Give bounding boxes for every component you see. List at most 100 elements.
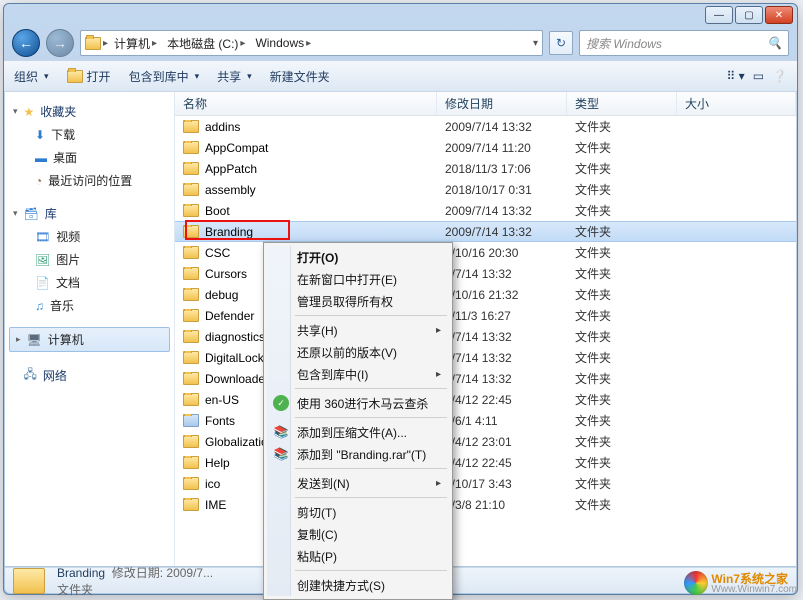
submenu-arrow-icon: ▸ (436, 478, 441, 489)
sidebar-libraries[interactable]: ▾🗃库 (7, 202, 172, 225)
view-options-button[interactable]: ⠿ ▾ (727, 69, 745, 83)
organize-button[interactable]: 组织 (14, 68, 49, 85)
folder-icon (183, 183, 199, 196)
star-icon: ★ (24, 105, 35, 119)
row-date: 8/10/16 20:30 (437, 246, 567, 260)
folder-icon (183, 372, 199, 385)
folder-icon (183, 246, 199, 259)
row-type: 文件夹 (567, 433, 677, 450)
address-bar[interactable]: ▸ 计算机▸ 本地磁盘 (C:)▸ Windows▸ ▾ (80, 30, 543, 56)
menu-item[interactable]: ✓使用 360进行木马云查杀 (267, 392, 449, 414)
titlebar[interactable]: — ▢ ✕ (4, 4, 797, 26)
sidebar-item-pictures[interactable]: 🖼图片 (7, 248, 172, 271)
menu-item[interactable]: 在新窗口中打开(E) (267, 268, 449, 290)
include-in-library-button[interactable]: 包含到库中 (129, 68, 200, 85)
table-row[interactable]: AppPatch2018/11/3 17:06文件夹 (175, 158, 796, 179)
menu-item[interactable]: 复制(C) (267, 523, 449, 545)
table-row[interactable]: AppCompat2009/7/14 11:20文件夹 (175, 137, 796, 158)
preview-pane-button[interactable]: ▭ (753, 69, 764, 83)
menu-item[interactable]: 包含到库中(I)▸ (267, 363, 449, 385)
fonts-folder-icon (183, 414, 199, 427)
refresh-button[interactable]: ↻ (549, 31, 573, 55)
archive-icon: 📚 (273, 446, 289, 462)
row-type: 文件夹 (567, 496, 677, 513)
folder-icon (183, 225, 199, 238)
row-date: 1/4/12 22:45 (437, 456, 567, 470)
table-row[interactable]: assembly2018/10/17 0:31文件夹 (175, 179, 796, 200)
menu-separator (295, 417, 447, 418)
search-input[interactable]: 搜索 Windows 🔍 (579, 30, 789, 56)
menu-item[interactable]: 粘贴(P) (267, 545, 449, 567)
360-icon: ✓ (273, 395, 289, 411)
video-icon: 🎞 (35, 230, 50, 244)
column-date[interactable]: 修改日期 (437, 92, 567, 115)
menu-item[interactable]: 发送到(N)▸ (267, 472, 449, 494)
row-type: 文件夹 (567, 307, 677, 324)
menu-item[interactable]: 共享(H)▸ (267, 319, 449, 341)
folder-icon (183, 498, 199, 511)
column-type[interactable]: 类型 (567, 92, 677, 115)
sidebar-item-documents[interactable]: 📄文档 (7, 271, 172, 294)
crumb-computer[interactable]: 计算机▸ (110, 35, 161, 52)
sidebar-network[interactable]: ▸🖧网络 (7, 362, 172, 389)
explorer-window: — ▢ ✕ ← → ▸ 计算机▸ 本地磁盘 (C:)▸ Windows▸ ▾ ↻… (3, 3, 798, 595)
menu-item[interactable]: 创建快捷方式(S) (267, 574, 449, 596)
crumb-windows[interactable]: Windows▸ (251, 36, 315, 50)
sidebar-computer[interactable]: ▸🖥计算机 (9, 327, 170, 352)
row-type: 文件夹 (567, 412, 677, 429)
menu-item[interactable]: 管理员取得所有权 (267, 290, 449, 312)
row-name: Branding (205, 225, 253, 239)
menu-item-label: 复制(C) (297, 526, 338, 543)
column-name[interactable]: 名称 (175, 92, 437, 115)
chevron-down-icon[interactable]: ▾ (13, 106, 18, 117)
row-name: CSC (205, 246, 230, 260)
menu-item-label: 创建快捷方式(S) (297, 577, 385, 594)
table-row[interactable]: addins2009/7/14 13:32文件夹 (175, 116, 796, 137)
sidebar-item-videos[interactable]: 🎞视频 (7, 225, 172, 248)
open-button[interactable]: 打开 (67, 68, 111, 85)
menu-item-label: 添加到压缩文件(A)... (297, 424, 407, 441)
picture-icon: 🖼 (35, 253, 50, 267)
row-name: Defender (205, 309, 254, 323)
context-menu: 打开(O)在新窗口中打开(E)管理员取得所有权共享(H)▸还原以前的版本(V)包… (263, 242, 453, 600)
menu-item[interactable]: 📚添加到压缩文件(A)... (267, 421, 449, 443)
help-button[interactable]: ❔ (772, 69, 787, 83)
maximize-button[interactable]: ▢ (735, 6, 763, 24)
row-date: 1/4/12 22:45 (437, 393, 567, 407)
sidebar-item-music[interactable]: ♫音乐 (7, 294, 172, 317)
chevron-down-icon[interactable]: ▾ (13, 208, 18, 219)
status-text: Branding 修改日期: 2009/7... 文件夹 (57, 564, 213, 598)
row-name: AppPatch (205, 162, 257, 176)
row-name: debug (205, 288, 238, 302)
forward-button[interactable]: → (46, 29, 74, 57)
table-row[interactable]: Branding 2009/7/14 13:32文件夹 (175, 221, 796, 242)
row-type: 文件夹 (567, 370, 677, 387)
menu-item[interactable]: 打开(O) (267, 246, 449, 268)
minimize-button[interactable]: — (705, 6, 733, 24)
sidebar-item-desktop[interactable]: ▬桌面 (7, 146, 172, 169)
chevron-right-icon[interactable]: ▸ (16, 334, 21, 345)
row-type: 文件夹 (567, 202, 677, 219)
menu-separator (295, 497, 447, 498)
menu-item[interactable]: 还原以前的版本(V) (267, 341, 449, 363)
row-date: 2009/7/14 13:32 (437, 225, 567, 239)
sidebar-item-recent[interactable]: ◔最近访问的位置 (7, 169, 172, 192)
row-date: 8/10/17 3:43 (437, 477, 567, 491)
table-row[interactable]: Boot2009/7/14 13:32文件夹 (175, 200, 796, 221)
submenu-arrow-icon: ▸ (436, 369, 441, 380)
share-button[interactable]: 共享 (217, 68, 252, 85)
menu-item[interactable]: 剪切(T) (267, 501, 449, 523)
row-type: 文件夹 (567, 223, 677, 240)
column-size[interactable]: 大小 (677, 92, 796, 115)
new-folder-button[interactable]: 新建文件夹 (270, 68, 330, 85)
sidebar-item-downloads[interactable]: ⬇下载 (7, 123, 172, 146)
chevron-right-icon[interactable]: ▸ (103, 38, 108, 49)
menu-item[interactable]: 📚 添加到 "Branding.rar"(T) (267, 443, 449, 465)
back-button[interactable]: ← (12, 29, 40, 57)
sidebar-favorites[interactable]: ▾★收藏夹 (7, 100, 172, 123)
row-type: 文件夹 (567, 391, 677, 408)
close-button[interactable]: ✕ (765, 6, 793, 24)
menu-item-label: 添加到 "Branding.rar"(T) (297, 446, 426, 463)
address-dropdown-icon[interactable]: ▾ (533, 38, 538, 49)
crumb-drive-c[interactable]: 本地磁盘 (C:)▸ (163, 35, 249, 52)
